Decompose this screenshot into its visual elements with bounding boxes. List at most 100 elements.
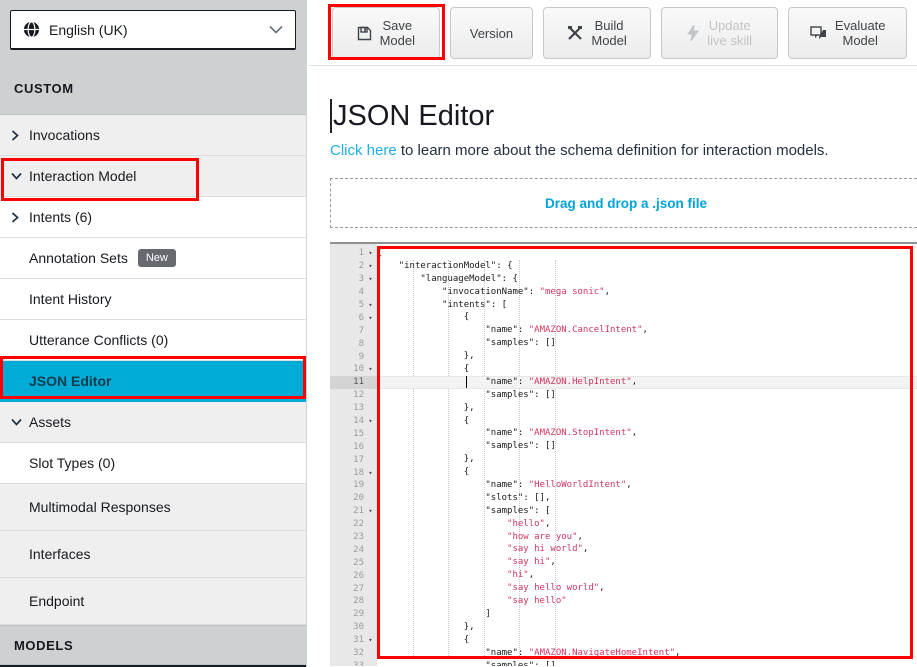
json-dropzone[interactable]: Drag and drop a .json file <box>330 178 917 228</box>
sidebar-item-annotation-sets[interactable]: Annotation SetsNew <box>0 238 306 279</box>
line-number: 24 <box>330 543 377 556</box>
sidebar-item-endpoint[interactable]: Endpoint <box>0 578 306 625</box>
toolbar: Save ModelVersionBuild ModelUpdate live … <box>308 0 917 66</box>
save-model-button[interactable]: Save Model <box>332 7 440 59</box>
code-line[interactable]: "slots": [], <box>377 492 917 505</box>
chevron-right-icon[interactable] <box>11 130 29 141</box>
code-line[interactable]: "name": "AMAZON.NavigateHomeIntent", <box>377 647 917 660</box>
code-line[interactable]: "hello", <box>377 518 917 531</box>
line-number: 19 <box>330 479 377 492</box>
chevron-down-icon[interactable] <box>11 172 29 180</box>
code-line[interactable]: "samples": [ <box>377 505 917 518</box>
main-panel: Save ModelVersionBuild ModelUpdate live … <box>308 0 917 667</box>
line-number: 20 <box>330 492 377 505</box>
code-line[interactable]: ] <box>377 608 917 621</box>
code-line[interactable]: }, <box>377 453 917 466</box>
code-line[interactable]: }, <box>377 621 917 634</box>
code-line[interactable]: }, <box>377 402 917 415</box>
code-line[interactable]: "hi", <box>377 569 917 582</box>
line-number[interactable]: 6▾ <box>330 311 377 324</box>
line-number: 9 <box>330 350 377 363</box>
code-line[interactable]: "name": "HelloWorldIntent", <box>377 479 917 492</box>
fold-arrow-icon: ▾ <box>364 365 377 373</box>
sidebar-item-label: Assets <box>29 414 71 430</box>
code-line[interactable]: { <box>377 634 917 647</box>
fold-arrow-icon: ▾ <box>364 469 377 477</box>
build-model-button[interactable]: Build Model <box>543 7 651 59</box>
sidebar-item-invocations[interactable]: Invocations <box>0 115 306 156</box>
page-title: JSON Editor <box>330 99 917 133</box>
code-line[interactable]: "say hello world", <box>377 582 917 595</box>
sidebar-item-slot-types[interactable]: Slot Types (0) <box>0 443 306 484</box>
evaluate-model-button[interactable]: Evaluate Model <box>788 7 907 59</box>
language-dropdown[interactable]: English (UK) <box>10 10 296 50</box>
fold-arrow-icon: ▾ <box>364 507 377 515</box>
version-button[interactable]: Version <box>450 7 534 59</box>
line-number[interactable]: 31▾ <box>330 634 377 647</box>
code-line[interactable]: "name": "AMAZON.CancelIntent", <box>377 324 917 337</box>
line-number[interactable]: 21▾ <box>330 505 377 518</box>
line-number: 26 <box>330 569 377 582</box>
code-line[interactable]: { <box>377 466 917 479</box>
editor-cursor <box>466 376 467 388</box>
sidebar-item-interaction-model[interactable]: Interaction Model <box>0 156 306 197</box>
line-number[interactable]: 5▾ <box>330 299 377 312</box>
line-number: 13 <box>330 402 377 415</box>
code-line[interactable]: "how are you", <box>377 531 917 544</box>
editor-code[interactable]: { "interactionModel": { "languageModel":… <box>377 244 917 666</box>
sidebar-item-label: Interaction Model <box>29 168 136 184</box>
schema-help-text: Click here to learn more about the schem… <box>330 142 917 159</box>
chevron-down-icon[interactable] <box>11 418 29 426</box>
code-line[interactable]: { <box>377 415 917 428</box>
code-line[interactable]: "samples": [] <box>377 337 917 350</box>
code-line[interactable]: { <box>377 247 917 260</box>
click-here-link[interactable]: Click here <box>330 142 397 159</box>
sidebar-item-label: Annotation Sets <box>29 250 128 266</box>
code-line[interactable]: "intents": [ <box>377 299 917 312</box>
line-number[interactable]: 2▾ <box>330 260 377 273</box>
line-number[interactable]: 10▾ <box>330 363 377 376</box>
fold-arrow-icon: ▾ <box>364 417 377 425</box>
code-line[interactable]: { <box>377 311 917 324</box>
line-number[interactable]: 14▾ <box>330 415 377 428</box>
line-number: 11 <box>330 376 377 389</box>
language-selector-area: English (UK) <box>0 0 306 62</box>
sidebar-header-custom: CUSTOM <box>0 62 306 115</box>
code-line[interactable]: "say hi world", <box>377 543 917 556</box>
chevron-right-icon[interactable] <box>11 212 29 223</box>
sidebar-item-utterance-conflicts[interactable]: Utterance Conflicts (0) <box>0 320 306 361</box>
code-line[interactable]: "samples": [] <box>377 660 917 667</box>
code-line[interactable]: "samples": [] <box>377 389 917 402</box>
sidebar-item-multimodal-responses[interactable]: Multimodal Responses <box>0 484 306 531</box>
line-number[interactable]: 3▾ <box>330 273 377 286</box>
code-line[interactable]: "languageModel": { <box>377 273 917 286</box>
button-label: Save Model <box>380 18 415 48</box>
sidebar-item-label: Intents (6) <box>29 209 92 225</box>
fold-arrow-icon: ▾ <box>364 636 377 644</box>
line-number: 33 <box>330 660 377 667</box>
code-line[interactable]: "samples": [] <box>377 440 917 453</box>
code-line[interactable]: "say hi", <box>377 556 917 569</box>
line-number[interactable]: 18▾ <box>330 466 377 479</box>
line-number: 23 <box>330 531 377 544</box>
fold-arrow-icon: ▾ <box>364 249 377 257</box>
line-number[interactable]: 1▾ <box>330 247 377 260</box>
sidebar-item-json-editor[interactable]: JSON Editor <box>0 361 306 402</box>
fold-arrow-icon: ▾ <box>364 275 377 283</box>
code-line[interactable]: "interactionModel": { <box>377 260 917 273</box>
code-line[interactable]: "name": "AMAZON.HelpIntent", <box>377 376 917 389</box>
sidebar-item-label: Invocations <box>29 127 100 143</box>
sidebar-item-intent-history[interactable]: Intent History <box>0 279 306 320</box>
sidebar-item-intents[interactable]: Intents (6) <box>0 197 306 238</box>
sidebar-item-interfaces[interactable]: Interfaces <box>0 531 306 578</box>
json-code-editor[interactable]: 1▾2▾3▾45▾6▾78910▾11121314▾15161718▾19202… <box>330 242 917 666</box>
line-number: 7 <box>330 324 377 337</box>
line-number: 22 <box>330 518 377 531</box>
code-line[interactable]: "name": "AMAZON.StopIntent", <box>377 427 917 440</box>
code-line[interactable]: "say hello" <box>377 595 917 608</box>
code-line[interactable]: { <box>377 363 917 376</box>
sidebar-item-assets[interactable]: Assets <box>0 402 306 443</box>
code-line[interactable]: }, <box>377 350 917 363</box>
code-line[interactable]: "invocationName": "mega sonic", <box>377 286 917 299</box>
line-number: 25 <box>330 556 377 569</box>
